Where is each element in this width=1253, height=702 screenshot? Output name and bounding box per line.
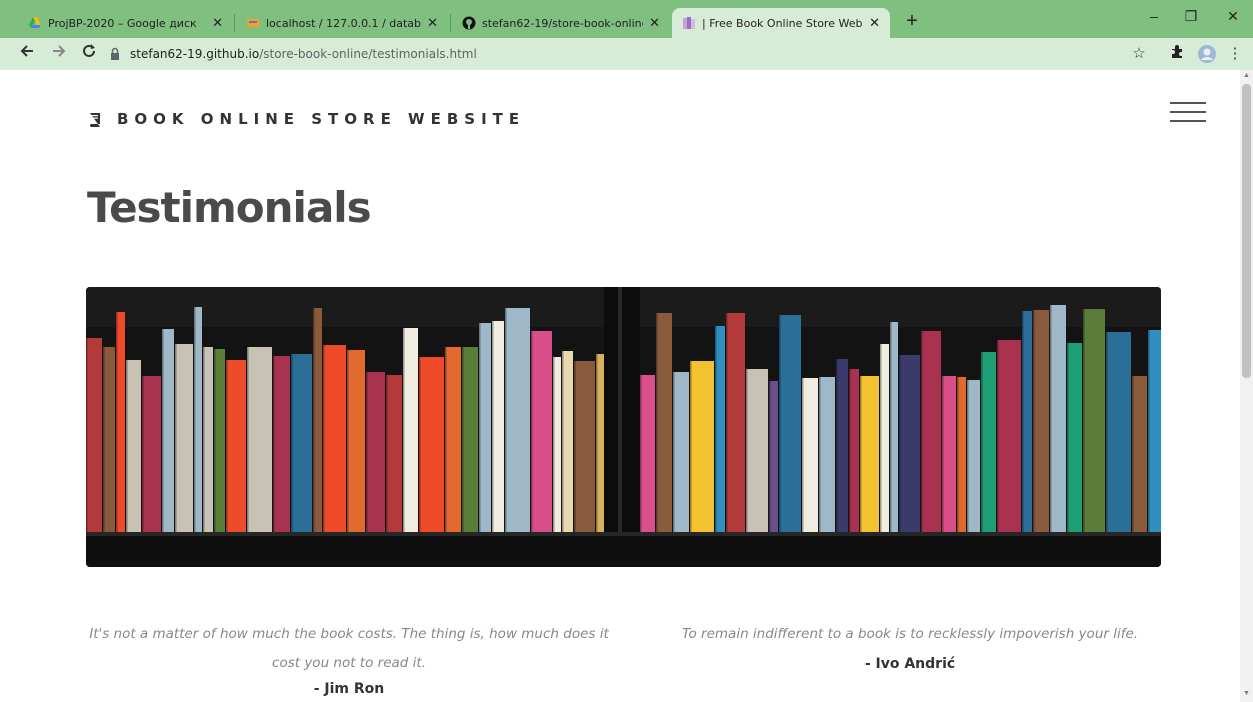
tab-github[interactable]: stefan62-19/store-book-online ✕ bbox=[452, 8, 670, 38]
restore-button[interactable]: ❐ bbox=[1176, 8, 1206, 25]
forward-button[interactable] bbox=[48, 43, 70, 65]
web-page: BOOK ONLINE STORE WEBSITE Testimonials I… bbox=[0, 70, 1240, 702]
tab-separator bbox=[450, 14, 451, 32]
google-drive-icon bbox=[28, 16, 42, 30]
new-tab-button[interactable]: + bbox=[900, 10, 924, 34]
extensions-puzzle-icon[interactable] bbox=[1166, 44, 1188, 64]
brand-text: BOOK ONLINE STORE WEBSITE bbox=[117, 110, 526, 128]
github-icon bbox=[462, 16, 476, 30]
tab-title: ProjBP-2020 – Google диск bbox=[48, 16, 197, 30]
close-tab-icon[interactable]: ✕ bbox=[427, 16, 438, 31]
scrollbar-thumb[interactable] bbox=[1242, 84, 1251, 378]
lock-icon bbox=[111, 47, 119, 60]
url-path: /store-book-online/testimonials.html bbox=[259, 47, 477, 61]
arrow-right-icon bbox=[53, 45, 66, 57]
scroll-down-arrow-icon[interactable]: ▼ bbox=[1243, 690, 1250, 697]
back-button[interactable] bbox=[16, 43, 38, 65]
reload-icon bbox=[83, 44, 95, 57]
book-icon bbox=[90, 113, 100, 127]
testimonial-card: It's not a matter of how much the book c… bbox=[86, 620, 612, 700]
url-host: stefan62-19.github.io bbox=[130, 47, 260, 61]
page-title: Testimonials bbox=[87, 183, 372, 232]
tab-title: | Free Book Online Store Website bbox=[702, 16, 863, 30]
tab-title: localhost / 127.0.0.1 / databasen bbox=[266, 16, 422, 30]
testimonial-author: - Jim Ron bbox=[313, 681, 385, 697]
tab-google-drive[interactable]: ProjBP-2020 – Google диск ✕ bbox=[18, 8, 233, 38]
phpmyadmin-icon bbox=[246, 16, 260, 30]
close-tab-icon[interactable]: ✕ bbox=[212, 16, 223, 31]
browser-toolbar: stefan62-19.github.io/store-book-online/… bbox=[0, 38, 1253, 70]
close-window-button[interactable]: ✕ bbox=[1218, 8, 1248, 25]
tab-book-store-active[interactable]: | Free Book Online Store Website ✕ bbox=[672, 8, 890, 38]
minimize-button[interactable]: – bbox=[1139, 8, 1169, 24]
tab-title: stefan62-19/store-book-online bbox=[482, 16, 644, 30]
testimonial-text: To remain indifferent to a book is to re… bbox=[681, 626, 1139, 642]
tab-separator bbox=[234, 14, 235, 32]
hamburger-menu-icon[interactable] bbox=[1170, 102, 1206, 124]
book-favicon-icon bbox=[682, 16, 696, 30]
profile-avatar[interactable] bbox=[1196, 44, 1218, 64]
site-brand[interactable]: BOOK ONLINE STORE WEBSITE bbox=[87, 110, 525, 128]
testimonial-author: - Ivo Andrić bbox=[864, 656, 956, 672]
close-tab-icon[interactable]: ✕ bbox=[649, 16, 660, 31]
bookshelf-photo bbox=[86, 287, 1161, 567]
close-tab-icon[interactable]: ✕ bbox=[869, 16, 880, 31]
testimonial-text-line2: cost you not to read it. bbox=[272, 655, 426, 671]
reload-button[interactable] bbox=[78, 43, 100, 65]
bookmark-star-icon[interactable]: ☆ bbox=[1128, 44, 1150, 64]
testimonial-card: To remain indifferent to a book is to re… bbox=[650, 620, 1170, 679]
address-bar[interactable]: stefan62-19.github.io/store-book-online/… bbox=[108, 42, 1158, 66]
arrow-left-icon bbox=[20, 45, 33, 57]
browser-menu-kebab-icon[interactable]: ⋮ bbox=[1224, 44, 1246, 64]
page-scrollbar[interactable]: ▲ ▼ bbox=[1240, 70, 1253, 702]
testimonial-text: It's not a matter of how much the book c… bbox=[89, 626, 609, 642]
bookshelf-illustration bbox=[86, 287, 1161, 567]
scroll-up-arrow-icon[interactable]: ▲ bbox=[1243, 72, 1250, 79]
tab-phpmyadmin[interactable]: localhost / 127.0.0.1 / databasen ✕ bbox=[236, 8, 448, 38]
browser-tab-strip: ProjBP-2020 – Google диск ✕ localhost / … bbox=[0, 0, 1253, 38]
